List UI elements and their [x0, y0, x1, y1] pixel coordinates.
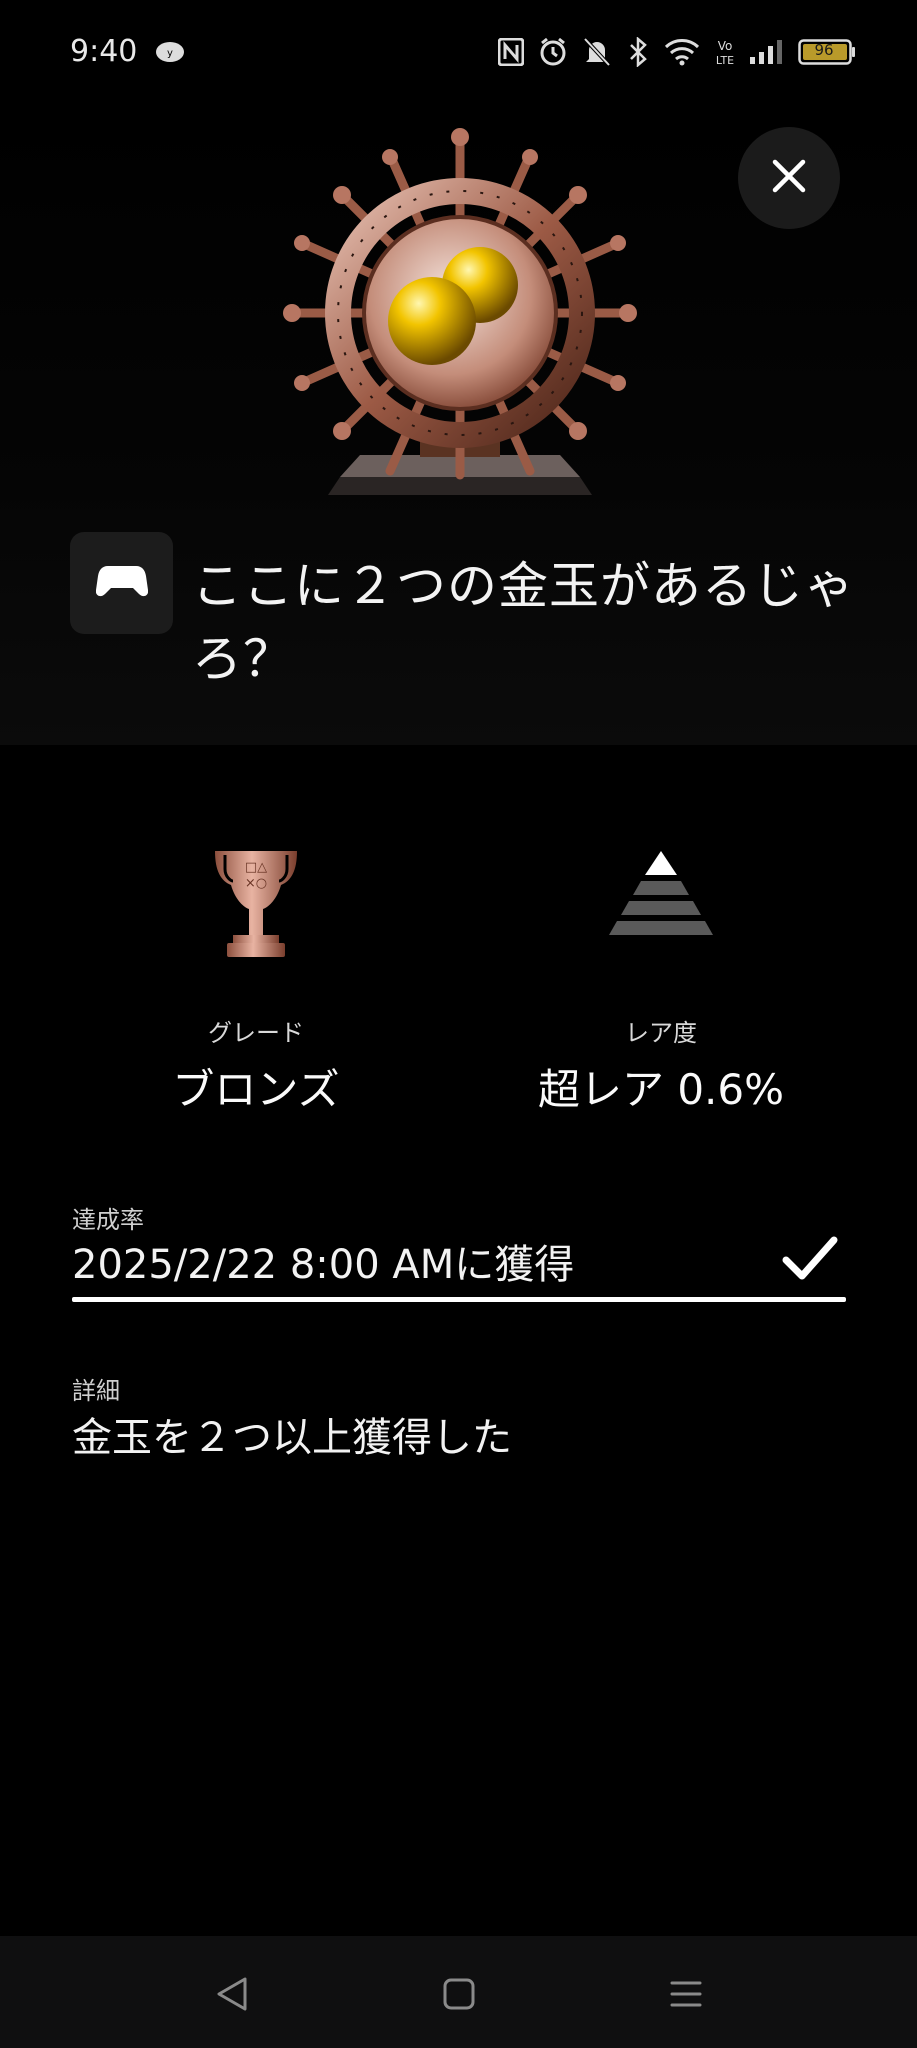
check-icon — [782, 1234, 838, 1284]
grade-stat: □△ ×○ グレード ブロンズ — [76, 845, 436, 1117]
close-button[interactable] — [738, 127, 840, 229]
achievement-value: 2025/2/22 8:00 AMに獲得 — [72, 1242, 575, 1288]
svg-text:y: y — [167, 48, 173, 59]
nfc-icon — [496, 36, 526, 68]
grade-value: ブロンズ — [172, 1065, 340, 1114]
alarm-icon — [537, 36, 569, 68]
grade-label: グレード — [208, 1019, 304, 1047]
system-nav-bar — [0, 1936, 917, 2048]
nav-back-button[interactable] — [202, 1966, 262, 2026]
achievement-progress-bar — [72, 1297, 846, 1302]
detail-label: 詳細 — [72, 1377, 120, 1405]
ship-wheel-golden-balls-icon — [280, 125, 640, 500]
svg-text:LTE: LTE — [716, 54, 734, 67]
battery-level: 96 — [814, 41, 834, 59]
status-time: 9:40 — [70, 34, 138, 69]
battery-icon: 96 — [797, 36, 857, 68]
platform-badge — [70, 532, 173, 634]
detail-value: 金玉を２つ以上獲得した — [72, 1415, 512, 1461]
rarity-value: 超レア 0.6% — [537, 1065, 785, 1114]
svg-text:Vo: Vo — [718, 39, 733, 53]
svg-text:×○: ×○ — [245, 876, 267, 891]
signal-icon — [748, 36, 784, 68]
gamepad-icon — [95, 564, 148, 602]
trophy-title: ここに２つの金玉があるじゃろ？ — [192, 557, 855, 688]
achievement-label: 達成率 — [72, 1206, 144, 1234]
back-triangle-icon — [215, 1976, 249, 2016]
rarity-pyramid-icon — [481, 845, 841, 965]
home-square-icon — [442, 1977, 476, 2015]
status-bar: 9:40 y Vo LTE 96 — [0, 0, 917, 105]
nav-home-button[interactable] — [429, 1966, 489, 2026]
close-icon — [771, 158, 807, 198]
wifi-icon — [662, 36, 702, 68]
svg-text:□△: □△ — [245, 860, 267, 875]
mute-icon — [582, 36, 612, 68]
menu-lines-icon — [669, 1977, 703, 2015]
bluetooth-icon — [627, 36, 649, 68]
rarity-label: レア度 — [625, 1019, 697, 1047]
rarity-stat: レア度 超レア 0.6% — [481, 845, 841, 1117]
bronze-trophy-icon: □△ ×○ — [76, 845, 436, 965]
nav-recents-button[interactable] — [656, 1966, 716, 2026]
app-badge-icon: y — [154, 36, 186, 68]
volte-icon: Vo LTE — [712, 36, 738, 68]
